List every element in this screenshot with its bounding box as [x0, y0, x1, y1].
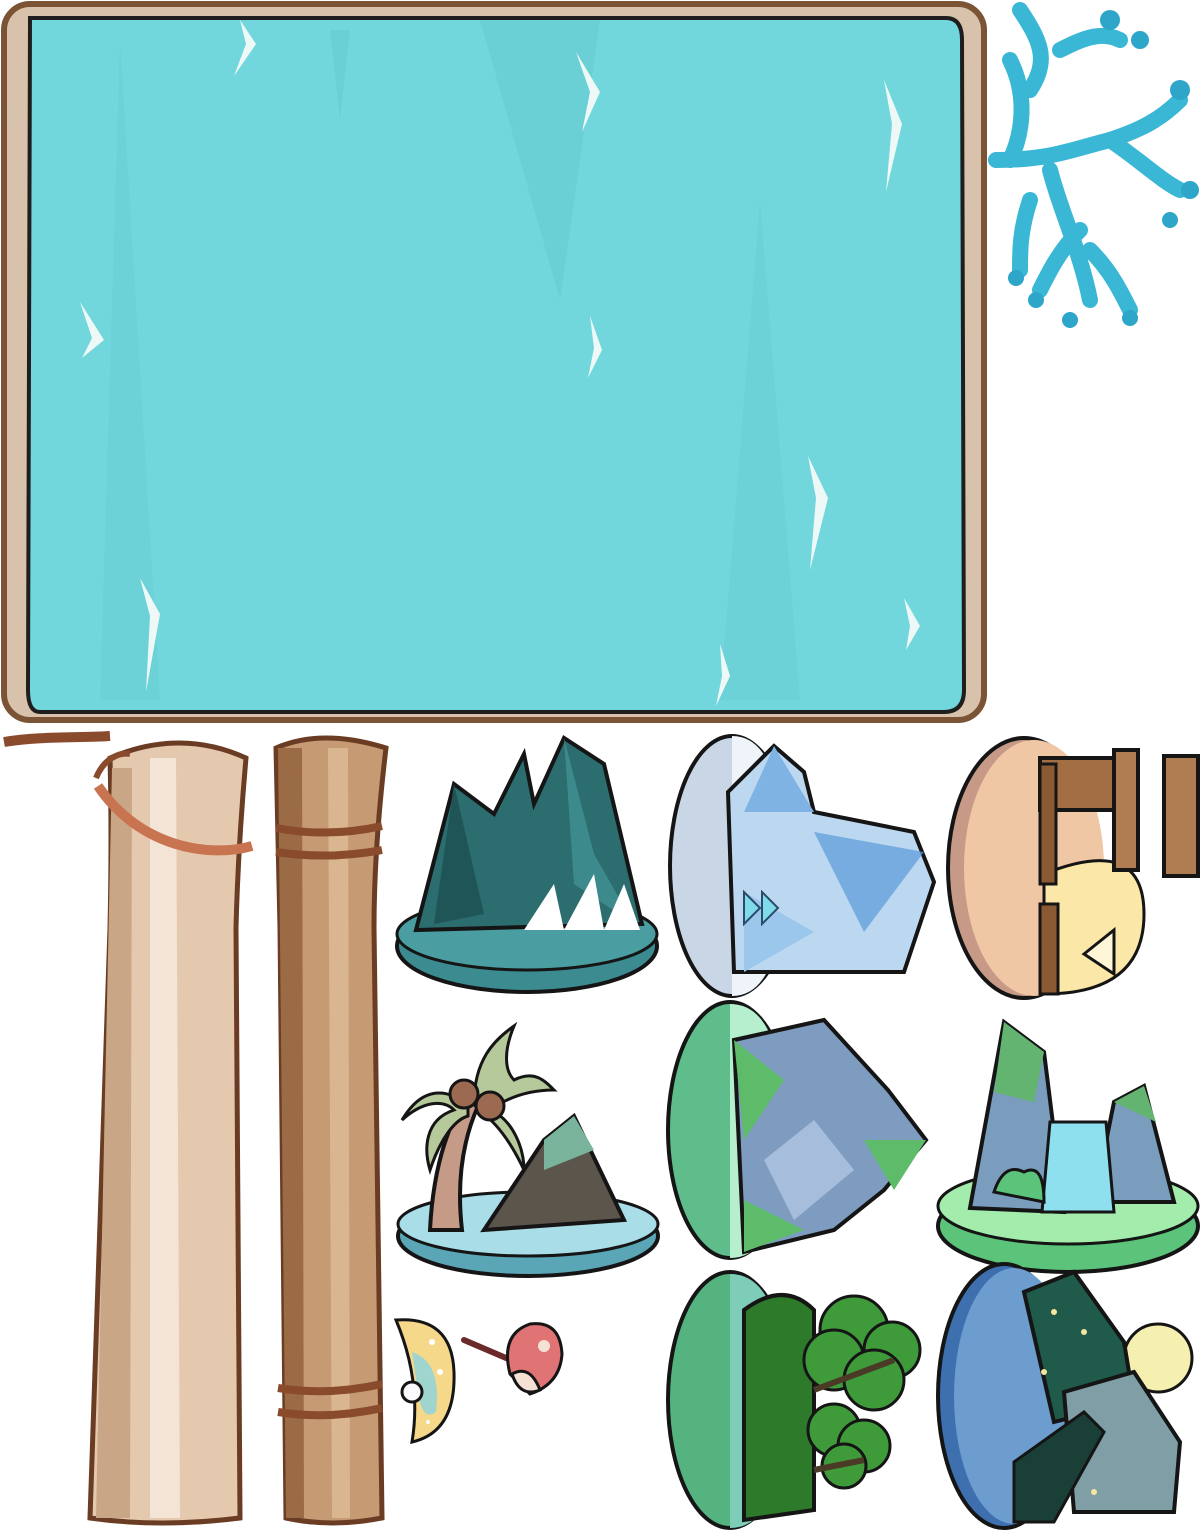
- item-shell-pearl[interactable]: [392, 1312, 460, 1448]
- scroll-rod-left: [0, 728, 262, 1532]
- coral-decoration: [988, 0, 1200, 330]
- island-ice-peak[interactable]: [664, 732, 944, 1000]
- item-mushroom-pin[interactable]: [460, 1314, 566, 1410]
- island-green-crystal[interactable]: [664, 1000, 934, 1262]
- island-dark-mountain[interactable]: [394, 734, 660, 996]
- island-desert-ruins[interactable]: [944, 734, 1202, 1000]
- island-palm[interactable]: [394, 1020, 662, 1280]
- scroll-rod-right: [262, 728, 392, 1532]
- island-waterfall[interactable]: [934, 1012, 1202, 1276]
- map-panel: [0, 0, 990, 726]
- island-forest[interactable]: [664, 1270, 934, 1532]
- island-night-rock[interactable]: [934, 1262, 1200, 1532]
